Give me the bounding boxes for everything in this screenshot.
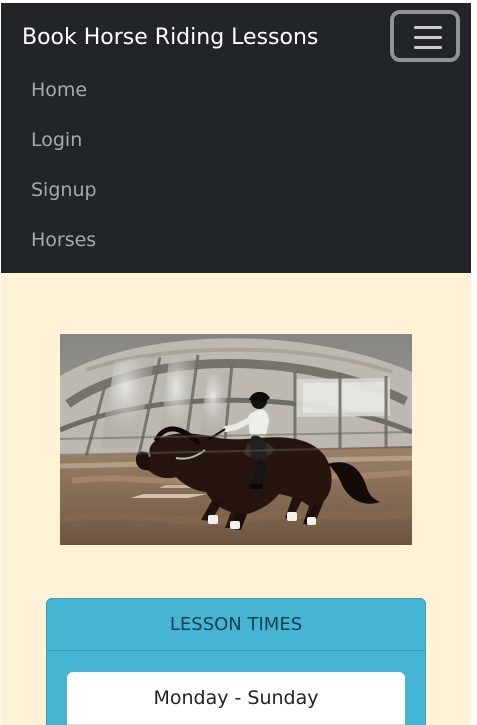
navigation-menu: Home Login Signup Horses [31,75,97,275]
navbar-toggle-button[interactable] [390,10,460,62]
nav-link-signup[interactable]: Signup [31,175,97,225]
hamburger-menu-icon [414,26,442,29]
lesson-times-heading: LESSON TIMES [47,599,425,651]
horse-riding-photo [60,334,412,545]
hamburger-menu-icon-line [414,46,442,49]
lesson-day-range: Monday - Sunday [153,687,319,709]
nav-link-horses[interactable]: Horses [31,225,97,275]
site-brand[interactable]: Book Horse Riding Lessons [22,24,318,52]
hamburger-menu-icon-line [414,36,442,39]
lesson-time-list-item: Monday - Sunday [67,672,405,725]
scrollbar-gutter [471,0,477,725]
app-page: Book Horse Riding Lessons Home Login Sig… [1,3,471,725]
lesson-times-card: LESSON TIMES Monday - Sunday [46,598,426,725]
nav-link-home[interactable]: Home [31,75,97,125]
horse-riding-photo-illustration [60,334,412,545]
nav-link-login[interactable]: Login [31,125,97,175]
top-navigation-bar: Book Horse Riding Lessons Home Login Sig… [1,3,471,273]
